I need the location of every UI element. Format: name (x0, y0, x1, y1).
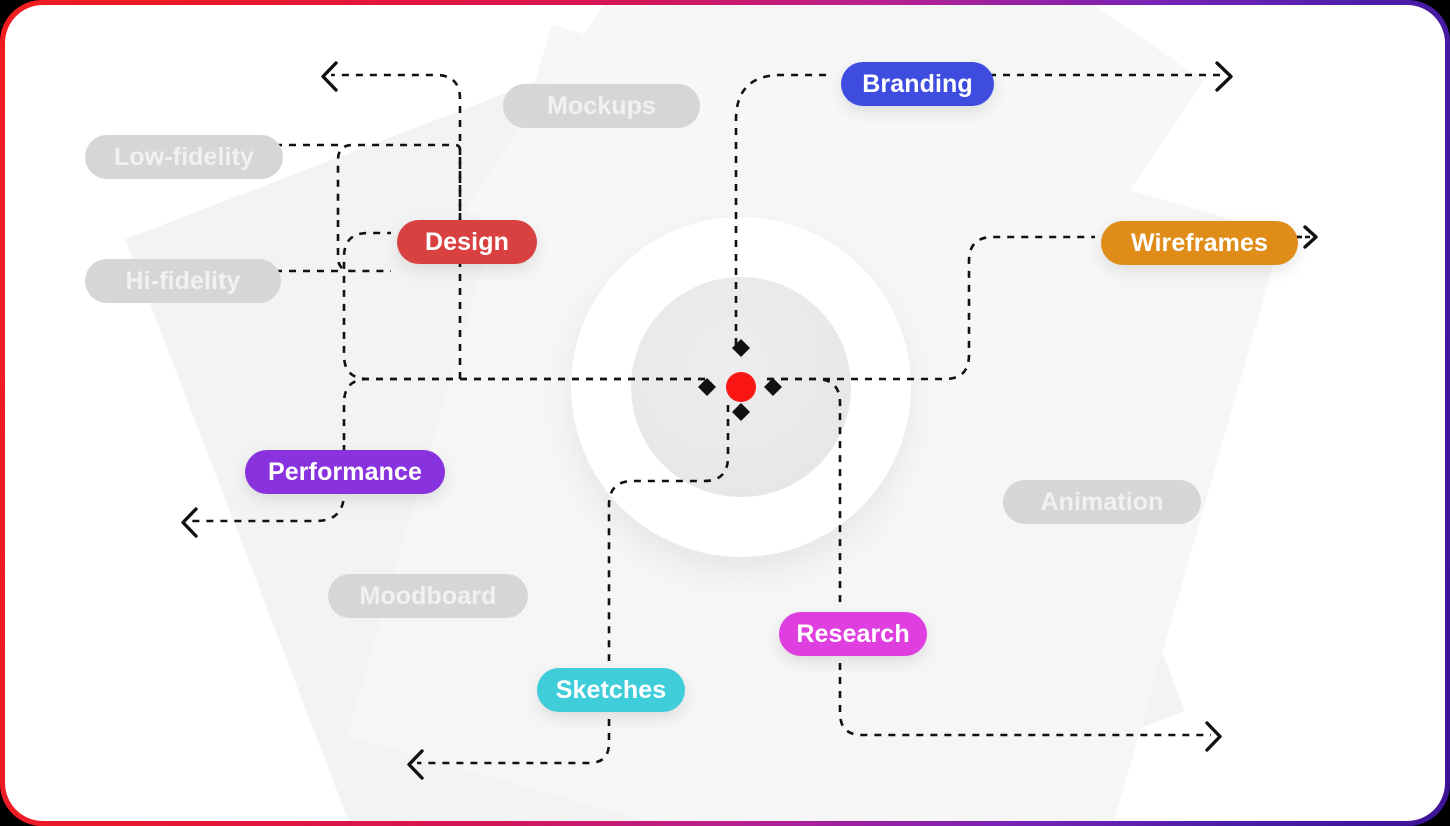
node-sketches-label: Sketches (555, 675, 667, 704)
node-mockups-label: Mockups (546, 91, 657, 120)
node-moodboard-label: Moodboard (359, 581, 497, 610)
node-wireframes[interactable]: Wireframes (1101, 221, 1298, 265)
node-design-label: Design (425, 227, 509, 256)
diagram-canvas: Design Branding Wireframes Performance R… (5, 5, 1445, 821)
node-performance[interactable]: Performance (245, 450, 445, 494)
node-wireframes-label: Wireframes (1131, 228, 1268, 257)
node-hi-fidelity-label: Hi-fidelity (125, 266, 241, 295)
arrowhead-design-top (321, 61, 338, 92)
node-sketches[interactable]: Sketches (537, 668, 685, 712)
arrowhead-branding (1215, 61, 1233, 92)
arrowhead-wireframes (1303, 225, 1318, 249)
node-moodboard[interactable]: Moodboard (328, 574, 528, 618)
node-low-fidelity-label: Low-fidelity (113, 142, 255, 171)
node-animation[interactable]: Animation (1003, 480, 1201, 524)
node-performance-label: Performance (268, 457, 422, 486)
center-focus-dot (726, 372, 756, 402)
node-low-fidelity[interactable]: Low-fidelity (85, 135, 283, 179)
node-design[interactable]: Design (397, 220, 537, 264)
node-mockups[interactable]: Mockups (503, 84, 700, 128)
node-research[interactable]: Research (779, 612, 927, 656)
node-animation-label: Animation (1040, 487, 1164, 516)
diagram-frame: Design Branding Wireframes Performance R… (0, 0, 1450, 826)
node-branding[interactable]: Branding (841, 62, 994, 106)
arrowhead-research (1205, 721, 1222, 752)
node-hi-fidelity[interactable]: Hi-fidelity (85, 259, 281, 303)
node-branding-label: Branding (862, 69, 973, 98)
node-research-label: Research (796, 619, 910, 648)
arrowhead-performance (181, 507, 198, 538)
